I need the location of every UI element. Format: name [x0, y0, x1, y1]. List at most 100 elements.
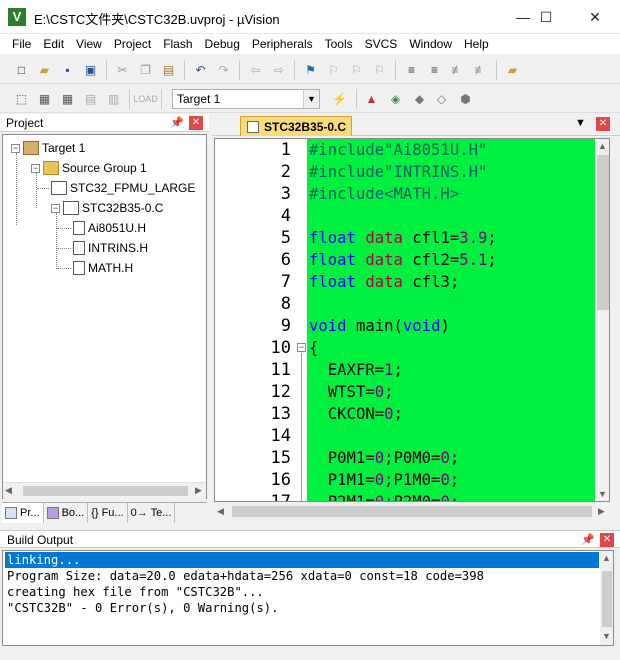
- editor-tab-file[interactable]: STC32B35-0.C: [240, 116, 352, 136]
- menu-help[interactable]: Help: [458, 34, 495, 54]
- build-output-header: Build Output 📌 ✕: [0, 530, 620, 548]
- scrollbar-thumb[interactable]: [23, 486, 188, 496]
- tab-templates[interactable]: 0→ Te...: [127, 503, 176, 523]
- scrollbar-thumb[interactable]: [232, 506, 592, 517]
- scroll-left-icon[interactable]: ◀: [217, 506, 224, 517]
- build-output-line: Program Size: data=20.0 edata+hdata=256 …: [7, 569, 484, 583]
- download-icon[interactable]: LOAD: [133, 90, 158, 108]
- run-time-env-icon[interactable]: ⬢: [457, 90, 475, 108]
- redo-icon[interactable]: ↷: [215, 61, 233, 79]
- cut-icon[interactable]: ✂: [114, 61, 132, 79]
- project-horizontal-scrollbar[interactable]: ◀ ▶: [3, 482, 206, 499]
- indent-icon[interactable]: ≡: [403, 61, 421, 79]
- tree-item-include[interactable]: INTRINS.H: [57, 238, 148, 258]
- line-number: 17: [270, 492, 291, 502]
- build-icon[interactable]: ▦: [36, 90, 54, 108]
- next-bookmark-icon[interactable]: ⚐: [348, 61, 366, 79]
- maximize-button[interactable]: ☐: [523, 0, 569, 34]
- menu-flash[interactable]: Flash: [157, 34, 198, 54]
- tree-item-target[interactable]: − Target 1: [11, 138, 85, 158]
- scrollbar-thumb[interactable]: [597, 155, 609, 310]
- target-options-icon[interactable]: ⚡: [331, 90, 349, 108]
- uncomment-icon[interactable]: ≢: [472, 61, 490, 79]
- collapse-icon[interactable]: −: [11, 143, 20, 153]
- code-line: #include"INTRINS.H": [309, 163, 488, 181]
- tab-functions[interactable]: {} Fu...: [88, 503, 128, 523]
- nav-forward-icon[interactable]: ⇨: [270, 61, 288, 79]
- tree-item-include[interactable]: MATH.H: [57, 258, 134, 278]
- menu-svcs[interactable]: SVCS: [359, 34, 404, 54]
- fold-toggle-icon[interactable]: −: [297, 343, 306, 352]
- select-packs-icon[interactable]: ◇: [433, 90, 451, 108]
- scroll-up-icon[interactable]: ▲: [602, 553, 611, 563]
- bookmark-icon[interactable]: ⚑: [302, 61, 320, 79]
- save-all-icon[interactable]: ▣: [82, 61, 100, 79]
- chevron-down-icon[interactable]: ▼: [303, 90, 319, 108]
- open-folder-icon[interactable]: ▰: [36, 61, 54, 79]
- comment-icon[interactable]: ≢: [449, 61, 467, 79]
- collapse-icon[interactable]: −: [51, 203, 60, 213]
- menu-debug[interactable]: Debug: [199, 34, 246, 54]
- batch-build-icon[interactable]: ▤: [82, 90, 100, 108]
- header-file-icon: [73, 241, 85, 255]
- save-icon[interactable]: ▪: [59, 61, 77, 79]
- manage-components-icon[interactable]: ◈: [387, 90, 405, 108]
- paste-icon[interactable]: ▤: [160, 61, 178, 79]
- scroll-left-icon[interactable]: ◀: [5, 485, 12, 496]
- editor-tab-bar: STC32B35-0.C ▼ ✕: [212, 114, 620, 136]
- undo-icon[interactable]: ↶: [192, 61, 210, 79]
- tree-item-file[interactable]: STC32_FPMU_LARGE: [37, 178, 196, 198]
- pin-icon[interactable]: 📌: [170, 116, 184, 129]
- menu-file[interactable]: File: [6, 34, 37, 54]
- close-window-button[interactable]: ✕: [572, 0, 618, 34]
- copy-icon[interactable]: ❐: [137, 61, 155, 79]
- menu-view[interactable]: View: [70, 34, 108, 54]
- menu-project[interactable]: Project: [108, 34, 157, 54]
- build-output-console[interactable]: linking... Program Size: data=20.0 edata…: [2, 550, 614, 646]
- target-icon: [23, 141, 39, 155]
- build-output-title: Build Output: [7, 533, 74, 547]
- scroll-right-icon[interactable]: ▶: [195, 485, 202, 496]
- code-line: float data cfl3;: [309, 273, 460, 291]
- line-number: 12: [270, 382, 291, 402]
- translate-icon[interactable]: ⬚: [13, 90, 31, 108]
- scroll-down-icon[interactable]: ▼: [598, 489, 607, 499]
- tab-books[interactable]: Bo...: [43, 503, 89, 523]
- code-editor[interactable]: 1 2 3 4 5 6 7 8 9 10 11 12 13 14 15 16 1…: [214, 138, 610, 502]
- tree-item-file[interactable]: − STC32B35-0.C: [51, 198, 163, 218]
- file-extensions-icon[interactable]: ▲: [363, 90, 381, 108]
- tree-label: MATH.H: [88, 261, 134, 275]
- prev-bookmark-icon[interactable]: ⚐: [325, 61, 343, 79]
- find-in-files-icon[interactable]: ▰: [504, 61, 522, 79]
- close-panel-icon[interactable]: ✕: [189, 116, 203, 130]
- new-file-icon[interactable]: □: [13, 61, 31, 79]
- line-number: 13: [270, 404, 291, 424]
- scroll-up-icon[interactable]: ▲: [598, 141, 607, 151]
- tree-item-include[interactable]: Ai8051U.H: [57, 218, 146, 238]
- pack-installer-icon[interactable]: ◆: [411, 90, 429, 108]
- rebuild-icon[interactable]: ▦: [59, 90, 77, 108]
- menu-edit[interactable]: Edit: [37, 34, 70, 54]
- target-select[interactable]: Target 1 ▼: [172, 89, 320, 109]
- pin-icon[interactable]: 📌: [581, 533, 595, 546]
- tree-label: STC32_FPMU_LARGE: [70, 181, 196, 195]
- close-panel-icon[interactable]: ✕: [600, 533, 614, 547]
- menu-peripherals[interactable]: Peripherals: [246, 34, 319, 54]
- tab-project[interactable]: Pr...: [2, 503, 44, 523]
- code-area[interactable]: #include"Ai8051U.H" #include"INTRINS.H" …: [307, 139, 595, 501]
- scrollbar-thumb[interactable]: [602, 571, 612, 627]
- tree-item-source-group[interactable]: − Source Group 1: [31, 158, 147, 178]
- toolbar-separator: [184, 59, 185, 80]
- clear-bookmarks-icon[interactable]: ⚐: [371, 61, 389, 79]
- menu-window[interactable]: Window: [403, 34, 458, 54]
- tab-list-dropdown-icon[interactable]: ▼: [575, 117, 586, 129]
- tree-label: Target 1: [42, 141, 86, 155]
- unindent-icon[interactable]: ≡: [426, 61, 444, 79]
- close-editor-icon[interactable]: ✕: [596, 117, 610, 131]
- menu-tools[interactable]: Tools: [319, 34, 359, 54]
- scroll-right-icon[interactable]: ▶: [598, 506, 605, 517]
- collapse-icon[interactable]: −: [31, 163, 40, 173]
- stop-build-icon[interactable]: ▥: [105, 90, 123, 108]
- nav-back-icon[interactable]: ⇦: [247, 61, 265, 79]
- scroll-down-icon[interactable]: ▼: [602, 631, 611, 641]
